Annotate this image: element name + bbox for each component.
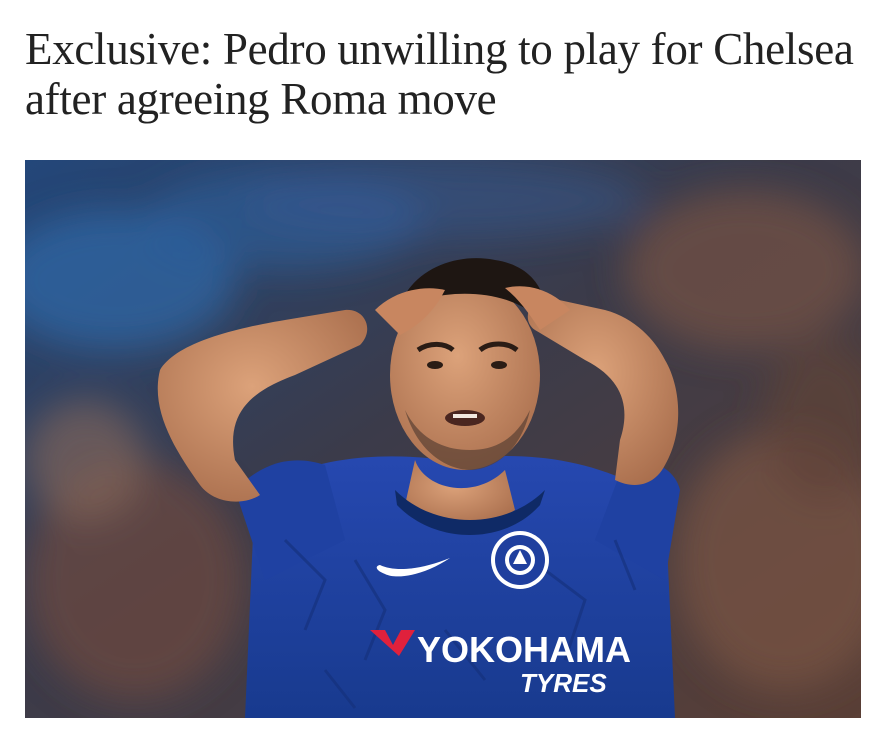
chelsea-crest-icon [491, 531, 549, 589]
hero-image: YOKOHAMA TYRES [25, 160, 861, 718]
sponsor-text-main: YOKOHAMA [417, 629, 631, 670]
hero-photo-illustration: YOKOHAMA TYRES [25, 160, 861, 718]
sponsor-text-sub: TYRES [520, 668, 607, 698]
article-headline[interactable]: Exclusive: Pedro unwilling to play for C… [25, 24, 865, 124]
